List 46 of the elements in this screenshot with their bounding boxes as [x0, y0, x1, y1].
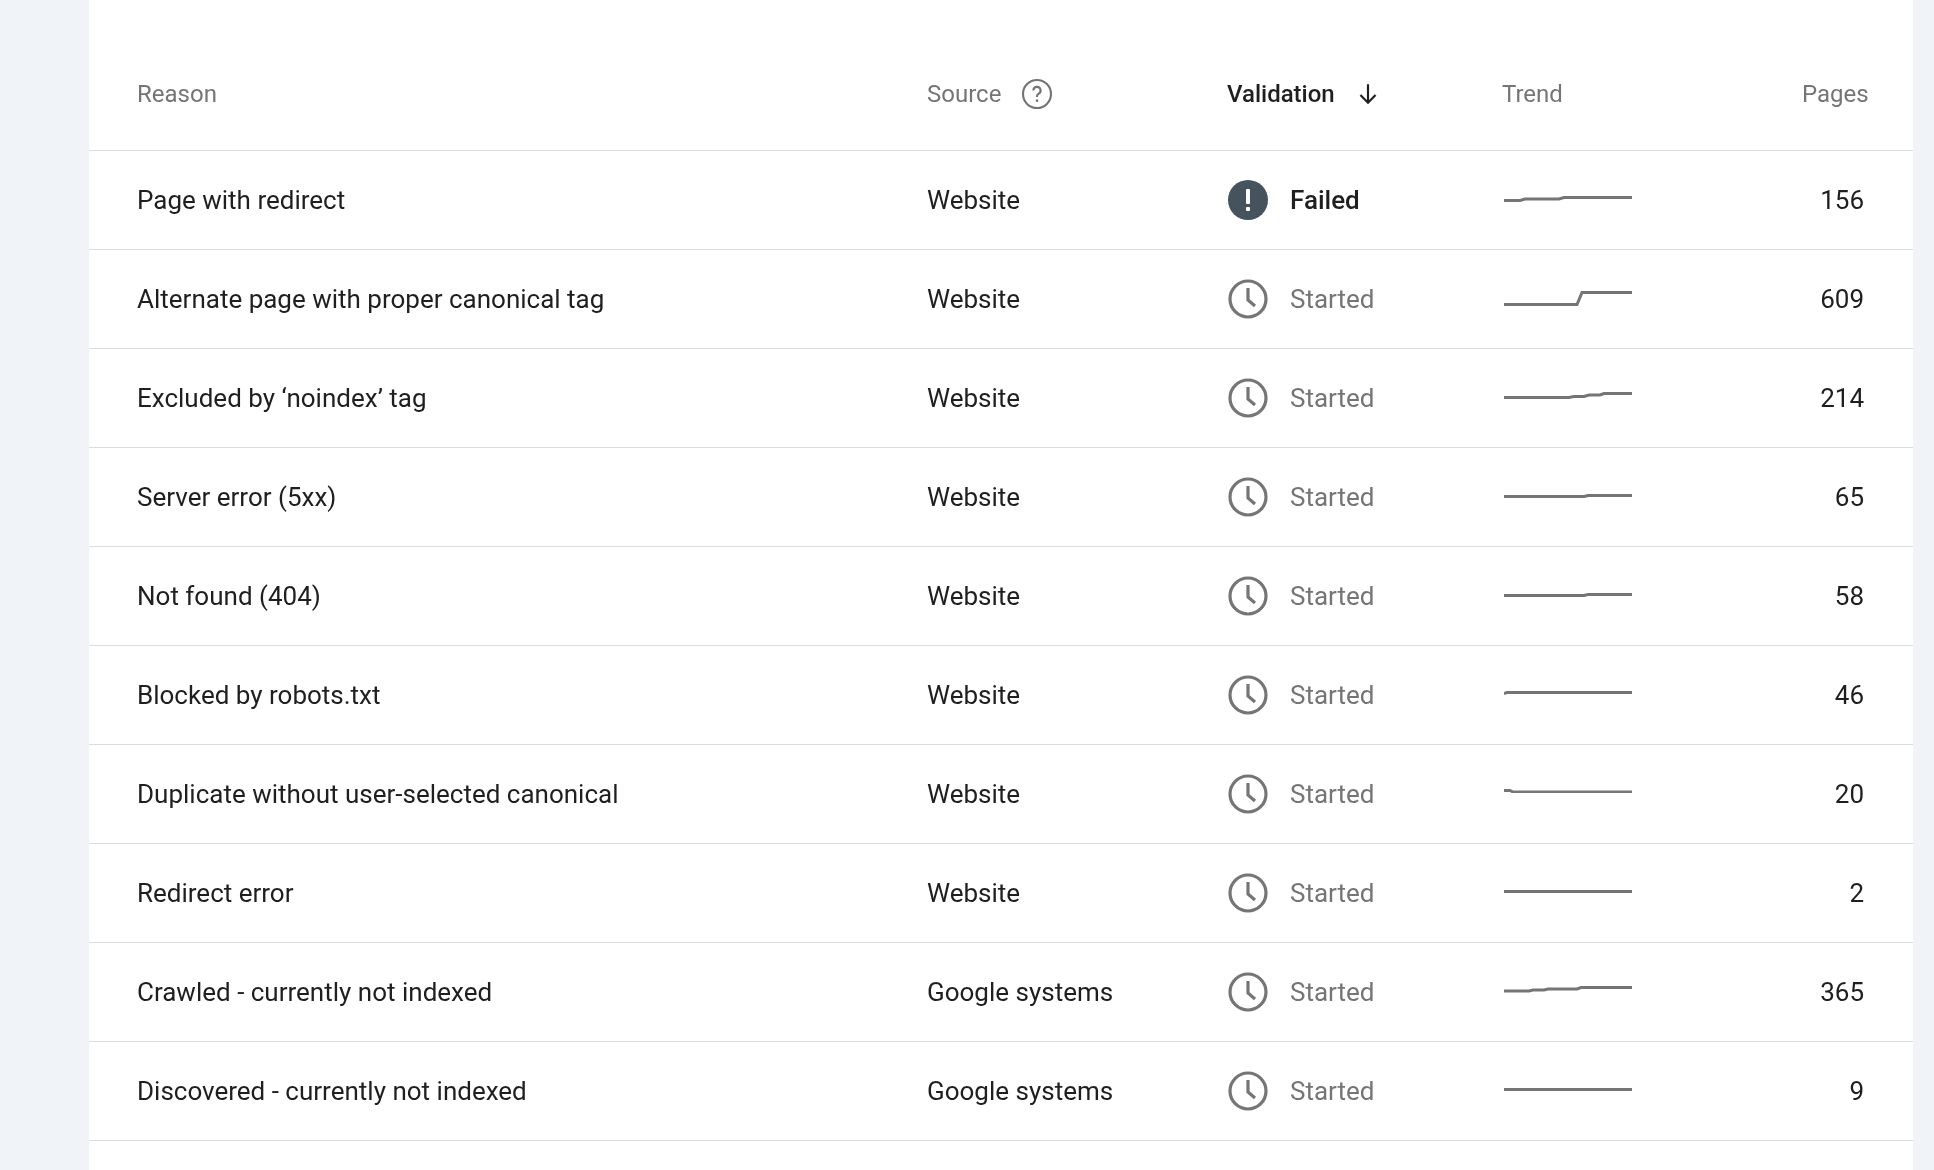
source-text: Website — [927, 877, 1021, 908]
column-header[interactable]: Reason — [137, 75, 217, 112]
column-header[interactable]: Source — [927, 75, 1002, 112]
source-text: Website — [927, 580, 1021, 611]
source-text: Website — [927, 382, 1021, 413]
reason-text: Not found (404) — [137, 580, 321, 611]
source-text: Website — [927, 481, 1021, 512]
pages-count: 20 — [1834, 778, 1864, 809]
status-text: Failed — [1290, 183, 1360, 217]
reason-text: Redirect error — [137, 877, 294, 908]
column-header[interactable]: Validation — [1227, 75, 1335, 112]
pages-count: 65 — [1834, 481, 1864, 512]
reason-text: Alternate page with proper canonical tag — [137, 283, 605, 314]
source-text: Google systems — [927, 1075, 1114, 1106]
reason-text: Blocked by robots.txt — [137, 679, 381, 710]
status-text: Started — [1290, 579, 1375, 613]
pages-count: 156 — [1820, 184, 1864, 215]
source-text: Website — [927, 184, 1021, 215]
reason-text: Crawled - currently not indexed — [137, 976, 493, 1007]
pages-count: 58 — [1834, 580, 1864, 611]
pages-count: 214 — [1820, 382, 1864, 413]
source-text: Website — [927, 679, 1021, 710]
pages-count: 46 — [1834, 679, 1864, 710]
source-text: Google systems — [927, 976, 1114, 1007]
pages-count: 9 — [1849, 1075, 1864, 1106]
status-text: Started — [1290, 678, 1375, 712]
reason-text: Page with redirect — [137, 184, 346, 215]
status-text: Started — [1290, 876, 1375, 910]
status-text: Started — [1290, 480, 1375, 514]
reason-text: Duplicate without user-selected canonical — [137, 778, 619, 809]
status-text: Started — [1290, 381, 1375, 415]
pages-count: 609 — [1820, 283, 1864, 314]
reason-text: Excluded by ‘noindex’ tag — [137, 382, 427, 413]
help-icon[interactable] — [1021, 77, 1054, 110]
reason-text: Discovered - currently not indexed — [137, 1075, 527, 1106]
pages-count: 2 — [1849, 877, 1864, 908]
pages-count: 365 — [1820, 976, 1864, 1007]
status-text: Started — [1290, 975, 1375, 1009]
source-text: Website — [927, 283, 1021, 314]
status-text: Started — [1290, 777, 1375, 811]
column-header[interactable]: Pages — [1802, 75, 1869, 112]
column-header[interactable]: Trend — [1502, 75, 1563, 112]
status-text: Started — [1290, 282, 1375, 316]
status-text: Started — [1290, 1074, 1375, 1108]
reason-text: Server error (5xx) — [137, 481, 337, 512]
source-text: Website — [927, 778, 1021, 809]
